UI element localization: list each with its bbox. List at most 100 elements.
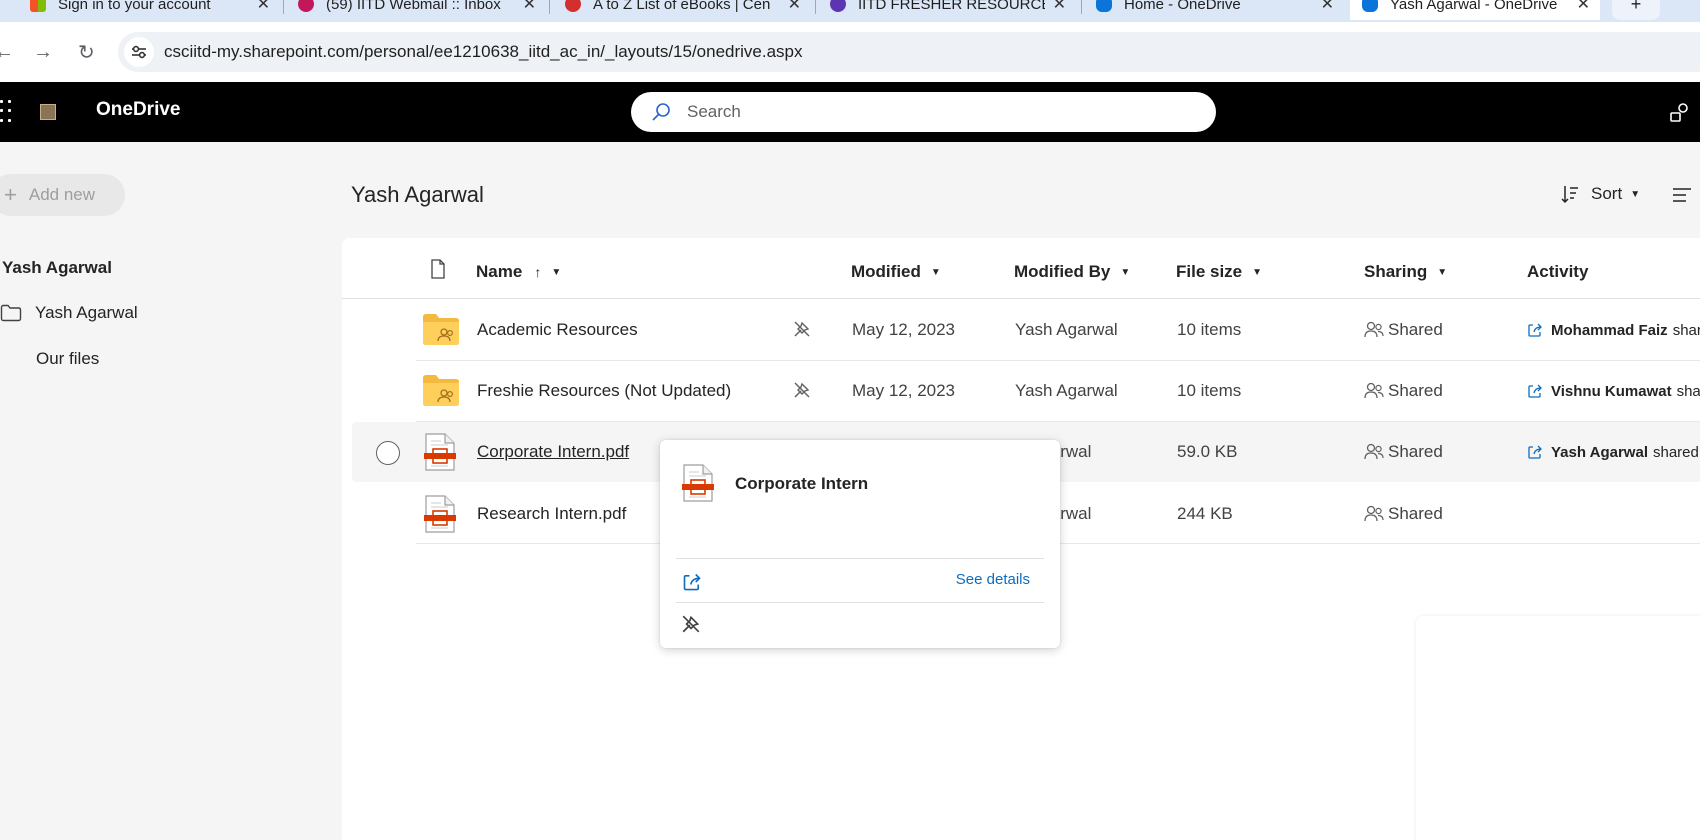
- file-name[interactable]: Corporate Intern.pdf: [477, 422, 677, 482]
- browser-tab[interactable]: Sign in to your account ✕: [30, 0, 270, 20]
- sharing-status[interactable]: Shared: [1364, 300, 1514, 360]
- activity[interactable]: Yash Agarwalshared t: [1527, 422, 1700, 482]
- chevron-down-icon: ▼: [551, 266, 562, 278]
- column-header-label: Modified By: [1014, 262, 1111, 281]
- browser-toolbar: ← → ↻ csciitd-my.sharepoint.com/personal…: [0, 22, 1700, 82]
- search-icon: [652, 103, 670, 121]
- app-launcher-icon[interactable]: [0, 100, 12, 124]
- close-tab-icon[interactable]: ✕: [1577, 0, 1590, 14]
- people-icon: [1364, 382, 1384, 399]
- sort-icon: [1561, 186, 1578, 204]
- resources-favicon-icon: [830, 0, 846, 12]
- app-title[interactable]: OneDrive: [96, 99, 180, 121]
- onedrive-favicon-icon: [1096, 0, 1112, 12]
- browser-tab[interactable]: Home - OneDrive ✕: [1096, 0, 1334, 20]
- left-navigation: + Add new Yash Agarwal Yash Agarwal Our …: [0, 142, 340, 840]
- plus-icon: +: [4, 182, 17, 207]
- column-header-label: Activity: [1527, 262, 1589, 281]
- nav-item-yash-agarwal[interactable]: Yash Agarwal: [0, 303, 138, 323]
- file-name[interactable]: Research Intern.pdf: [477, 484, 677, 544]
- activity[interactable]: Vishnu Kumawatshare: [1527, 361, 1700, 421]
- share-arrow-icon: [1528, 384, 1542, 398]
- hover-card-divider: [676, 558, 1044, 559]
- column-header-label: File size: [1176, 262, 1243, 281]
- page-title: Yash Agarwal: [351, 182, 484, 207]
- row-select-radio[interactable]: [376, 441, 400, 465]
- pin-icon[interactable]: [793, 381, 811, 399]
- table-row[interactable]: Academic Resources May 12, 2023 Yash Aga…: [352, 300, 1700, 360]
- forward-icon[interactable]: →: [33, 22, 53, 82]
- close-tab-icon[interactable]: ✕: [1053, 0, 1066, 14]
- browser-tab-strip: Sign in to your account ✕ (59) IITD Webm…: [0, 0, 1700, 22]
- column-header-label: Name: [476, 262, 523, 281]
- file-size: 10 items: [1177, 320, 1242, 339]
- file-type-header-icon[interactable]: [430, 259, 446, 279]
- file-name[interactable]: Academic Resources: [477, 300, 777, 360]
- people-icon: [1364, 321, 1384, 338]
- reload-icon[interactable]: ↻: [78, 22, 95, 82]
- file-size: 244 KB: [1177, 504, 1233, 523]
- browser-tab-active[interactable]: Yash Agarwal - OneDrive ✕: [1350, 0, 1600, 20]
- tab-separator: [1081, 0, 1082, 14]
- column-header-activity[interactable]: Activity: [1527, 262, 1588, 282]
- hover-card-title[interactable]: Corporate Intern: [735, 474, 868, 494]
- chevron-down-icon: ▼: [1437, 266, 1448, 278]
- browser-tab[interactable]: (59) IITD Webmail :: Inbox ✕: [298, 0, 536, 20]
- close-tab-icon[interactable]: ✕: [788, 0, 801, 14]
- new-tab-button[interactable]: +: [1612, 0, 1660, 20]
- sharing-status[interactable]: Shared: [1364, 484, 1514, 544]
- table-row[interactable]: Freshie Resources (Not Updated) May 12, …: [352, 361, 1700, 421]
- view-options-icon[interactable]: [1672, 186, 1692, 204]
- back-icon[interactable]: ←: [0, 22, 14, 82]
- column-header-modified[interactable]: Modified ▼: [851, 262, 941, 282]
- nav-item-label: Our files: [36, 349, 100, 368]
- modified-date: May 12, 2023: [852, 320, 956, 339]
- column-header-modified-by[interactable]: Modified By ▼: [1014, 262, 1130, 282]
- tab-title: IITD FRESHER RESOURCES: [858, 0, 1045, 13]
- browser-tab[interactable]: IITD FRESHER RESOURCES ✕: [830, 0, 1066, 20]
- share-arrow-icon[interactable]: [682, 572, 702, 592]
- sort-button[interactable]: Sort ▼: [1561, 184, 1640, 204]
- pdf-file-icon: [424, 433, 456, 471]
- site-info-icon[interactable]: [124, 37, 154, 67]
- header-divider: [342, 298, 1700, 299]
- add-new-label: Add new: [28, 185, 96, 204]
- suite-header: OneDrive Search: [0, 82, 1700, 142]
- address-bar[interactable]: csciitd-my.sharepoint.com/personal/ee121…: [118, 32, 1700, 72]
- modified-by[interactable]: Yash Agarwal: [1015, 300, 1165, 360]
- sharing-status[interactable]: Shared: [1364, 422, 1514, 482]
- column-header-file-size[interactable]: File size ▼: [1176, 262, 1262, 282]
- sharing-status[interactable]: Shared: [1364, 361, 1514, 421]
- tab-separator: [815, 0, 816, 14]
- activity[interactable]: Mohammad Faizshare: [1527, 300, 1700, 360]
- nav-section-owner: Yash Agarwal: [2, 258, 112, 277]
- tab-separator: [283, 0, 284, 14]
- add-new-button[interactable]: + Add new: [0, 174, 125, 216]
- pin-icon[interactable]: [793, 320, 811, 338]
- tab-title: Yash Agarwal - OneDrive: [1390, 0, 1558, 13]
- close-tab-icon[interactable]: ✕: [257, 0, 270, 14]
- pin-icon[interactable]: [681, 614, 701, 634]
- search-input[interactable]: Search: [631, 92, 1216, 132]
- column-header-sharing[interactable]: Sharing ▼: [1364, 262, 1447, 282]
- tab-title: A to Z List of eBooks | Cen: [593, 0, 771, 13]
- file-hover-card: Corporate Intern See details: [660, 440, 1060, 648]
- share-arrow-icon: [1528, 323, 1542, 337]
- close-tab-icon[interactable]: ✕: [1321, 0, 1334, 14]
- tab-separator: [549, 0, 550, 14]
- nav-item-our-files[interactable]: Our files: [36, 349, 99, 369]
- file-name[interactable]: Freshie Resources (Not Updated): [477, 361, 777, 421]
- share-people-icon[interactable]: [1668, 100, 1692, 124]
- close-tab-icon[interactable]: ✕: [523, 0, 536, 14]
- modified-by[interactable]: Yash Agarwal: [1015, 361, 1165, 421]
- tab-title: Home - OneDrive: [1124, 0, 1241, 13]
- sort-ascending-icon: ↑: [534, 264, 542, 280]
- tenant-logo-icon[interactable]: [40, 104, 56, 120]
- browser-tab[interactable]: A to Z List of eBooks | Cen ✕: [565, 0, 801, 20]
- folder-icon: [0, 304, 22, 322]
- microsoft-logo-icon: [30, 0, 46, 12]
- see-details-link[interactable]: See details: [956, 571, 1030, 588]
- nav-item-label: Yash Agarwal: [35, 303, 138, 322]
- details-panel: [1416, 616, 1700, 840]
- column-header-name[interactable]: Name ↑ ▼: [476, 262, 561, 282]
